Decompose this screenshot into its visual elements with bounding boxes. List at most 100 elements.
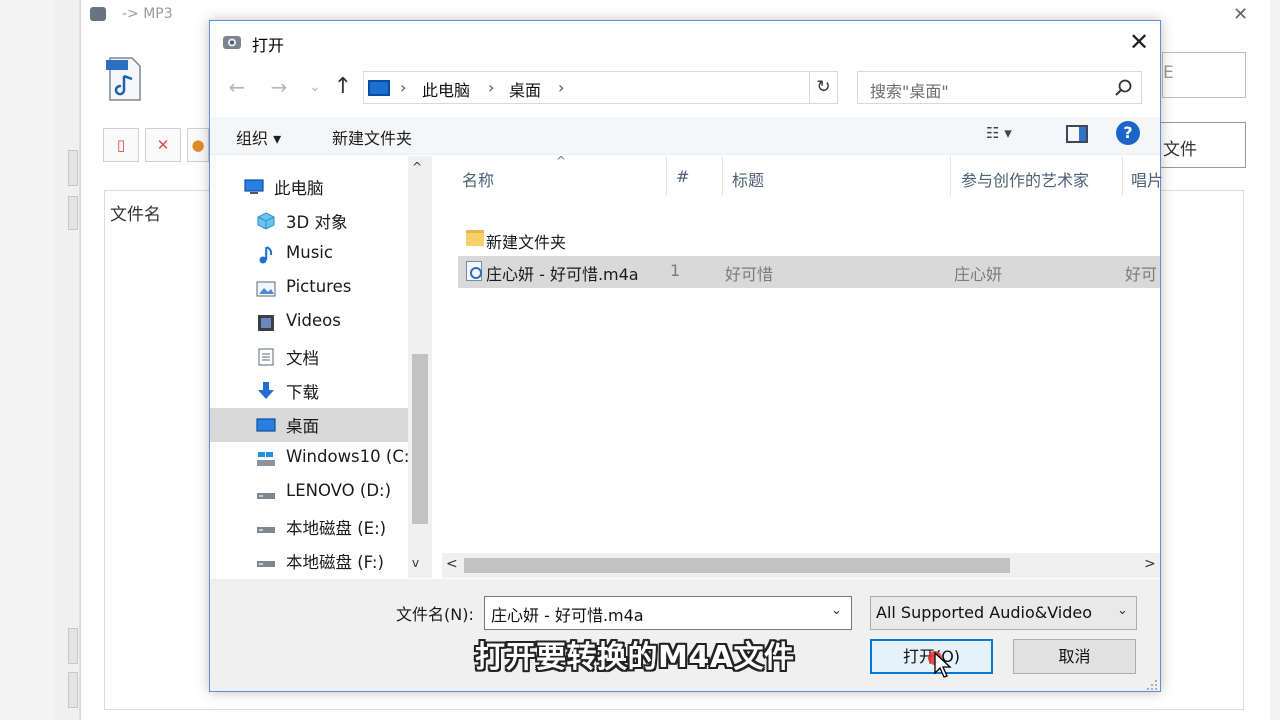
dialog-titlebar[interactable]: 打开 ✕ (210, 21, 1160, 63)
resize-grip-icon[interactable] (1146, 679, 1158, 691)
file-list: ^ 名称 # 标题 参与创作的艺术家 唱片 新建文件夹 庄心妍 - 好可惜.m4… (442, 154, 1163, 578)
forward-arrow-icon[interactable]: → (266, 73, 292, 101)
cube-icon (257, 212, 275, 230)
tree-item-label: 本地磁盘 (F:) (286, 553, 384, 572)
navigation-bar: ← → ⌄ ↑ › 此电脑 › 桌面 › ⌄ ↻ 搜索"桌面" (210, 69, 1160, 105)
navigation-pane: 此电脑 3D 对象 Music Pictures Videos 文档 下载 桌面… (210, 156, 432, 578)
tree-item-label: 文档 (286, 349, 319, 368)
filename-input[interactable]: 庄心妍 - 好可惜.m4a ⌄ (484, 596, 852, 630)
breadcrumb-desktop[interactable]: 桌面 (509, 77, 541, 101)
organize-menu[interactable]: 组织 ▾ (236, 125, 281, 149)
tree-item-documents[interactable]: 文档 (210, 340, 408, 374)
new-folder-button[interactable]: 新建文件夹 (332, 125, 412, 149)
tree-item-drive-d[interactable]: LENOVO (D:) (210, 476, 408, 510)
tree-item-label: 此电脑 (274, 179, 324, 198)
background-left-mark (68, 628, 78, 664)
recent-locations-chevron-icon[interactable]: ⌄ (302, 73, 328, 101)
computer-icon (244, 179, 264, 194)
file-title: 好可惜 (725, 265, 774, 284)
filename-label: 文件名(N): (396, 605, 474, 624)
column-header-name[interactable]: 名称 (462, 167, 494, 191)
chevron-down-icon[interactable]: ⌄ (1117, 603, 1128, 618)
tree-item-label: Videos (286, 311, 341, 330)
tree-item-desktop[interactable]: 桌面 (210, 408, 408, 442)
document-icon (258, 348, 274, 366)
preview-pane-icon[interactable] (1066, 125, 1088, 143)
file-type-value: All Supported Audio&Video (876, 603, 1093, 622)
file-row-audio[interactable]: 庄心妍 - 好可惜.m4a 1 好可惜 庄心妍 好可 (458, 256, 1160, 288)
refresh-icon[interactable]: ↻ (810, 71, 838, 104)
search-icon[interactable] (1114, 78, 1134, 98)
background-right-button[interactable]: E (1162, 52, 1246, 98)
tree-item-label: 3D 对象 (286, 213, 348, 232)
scroll-right-icon[interactable]: > (1144, 556, 1156, 572)
back-arrow-icon[interactable]: ← (224, 73, 250, 101)
column-header-artist[interactable]: 参与创作的艺术家 (961, 167, 1089, 191)
file-type-select[interactable]: All Supported Audio&Video ⌄ (870, 596, 1137, 630)
tree-item-drive-e[interactable]: 本地磁盘 (E:) (210, 510, 408, 544)
background-left-mark (68, 196, 78, 230)
background-window-title: -> MP3 (122, 6, 173, 22)
column-divider[interactable] (722, 156, 723, 196)
scroll-left-icon[interactable]: < (446, 556, 458, 572)
help-icon[interactable]: ? (1116, 121, 1140, 145)
scrollbar-thumb[interactable] (412, 354, 428, 524)
search-input[interactable]: 搜索"桌面" (857, 71, 1142, 104)
tree-item-videos[interactable]: Videos (210, 306, 408, 340)
column-header-track[interactable]: # (676, 167, 689, 186)
file-artist: 庄心妍 (954, 265, 1003, 284)
close-icon[interactable]: ✕ (1124, 27, 1154, 57)
add-file-icon[interactable]: ▯ (103, 128, 139, 162)
column-header-album[interactable]: 唱片 (1131, 167, 1163, 191)
tree-item-music[interactable]: Music (210, 238, 408, 272)
tree-item-pictures[interactable]: Pictures (210, 272, 408, 306)
tree-item-downloads[interactable]: 下载 (210, 374, 408, 408)
tree-item-drive-c[interactable]: Windows10 (C: (210, 442, 410, 476)
breadcrumb-separator[interactable]: › (558, 78, 564, 97)
drive-icon (257, 561, 275, 567)
tree-item-label: Pictures (286, 277, 352, 296)
address-bar[interactable]: › 此电脑 › 桌面 › ⌄ (363, 71, 950, 104)
breadcrumb-this-pc[interactable]: 此电脑 (422, 77, 470, 101)
breadcrumb-separator: › (400, 78, 407, 97)
tree-item-3d-objects[interactable]: 3D 对象 (210, 204, 408, 238)
remove-file-icon[interactable]: ✕ (145, 128, 181, 162)
background-close-icon[interactable]: ✕ (1233, 4, 1248, 25)
tree-item-label: Windows10 (C: (286, 447, 410, 466)
file-track: 1 (670, 261, 681, 280)
up-arrow-icon[interactable]: ↑ (330, 73, 356, 101)
tree-item-label: 下载 (286, 383, 319, 402)
scroll-up-icon[interactable]: ^ (412, 160, 422, 174)
app-icon (223, 36, 241, 49)
background-right-button-label: E (1163, 63, 1174, 83)
column-divider[interactable] (1122, 156, 1123, 196)
app-icon (90, 7, 106, 21)
video-subtitle: 打开要转换的M4A文件 (475, 640, 795, 675)
background-file-button[interactable]: 文件 (1160, 122, 1246, 168)
tree-item-label: 桌面 (286, 417, 319, 436)
mp3-file-icon (106, 57, 141, 101)
column-divider[interactable] (950, 156, 951, 196)
horizontal-scrollbar[interactable]: < > (442, 553, 1160, 578)
background-filename-header: 文件名 (110, 205, 161, 225)
column-divider[interactable] (666, 156, 667, 196)
tree-item-label: Music (286, 243, 333, 262)
scroll-down-icon[interactable]: v (412, 556, 419, 570)
music-note-icon (259, 246, 273, 264)
tree-item-this-pc[interactable]: 此电脑 (210, 170, 408, 204)
view-options-icon[interactable]: ☷ ▾ (986, 124, 1036, 148)
tool-icon[interactable]: ● (187, 128, 209, 162)
tree-item-drive-f[interactable]: 本地磁盘 (F:) (210, 544, 408, 578)
file-name: 新建文件夹 (486, 233, 567, 252)
file-name: 庄心妍 - 好可惜.m4a (486, 265, 639, 284)
open-file-dialog: 打开 ✕ ← → ⌄ ↑ › 此电脑 › 桌面 › ⌄ ↻ 搜索"桌面" 组织 … (209, 20, 1163, 692)
column-header-title[interactable]: 标题 (732, 167, 764, 191)
mouse-cursor-icon (934, 652, 952, 678)
cancel-button[interactable]: 取消 (1013, 639, 1136, 674)
background-left-mark (68, 672, 78, 708)
chevron-down-icon[interactable]: ⌄ (831, 603, 842, 618)
file-row-folder[interactable]: 新建文件夹 (458, 224, 1160, 256)
navigation-scrollbar[interactable]: ^ v (408, 156, 432, 578)
scrollbar-thumb[interactable] (464, 558, 1010, 573)
search-placeholder: 搜索"桌面" (870, 82, 949, 101)
